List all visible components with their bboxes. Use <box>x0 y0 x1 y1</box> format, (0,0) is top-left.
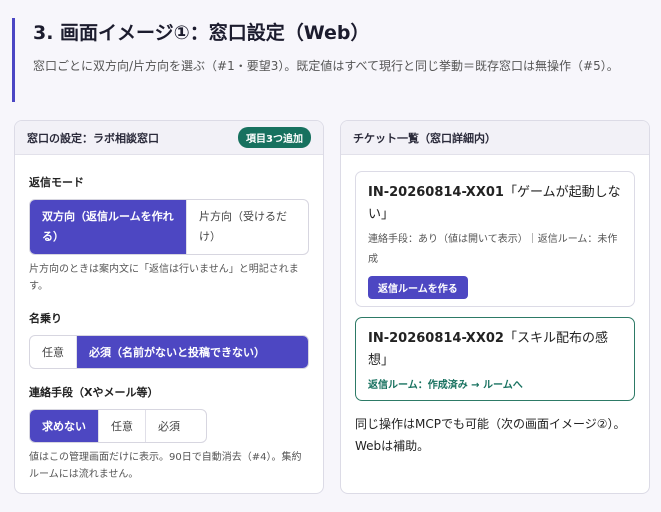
ticket-title: IN-20260814-XX01「ゲームが起動しない」 <box>368 182 622 226</box>
contact-requirement-selector: 求めない 任意 必須 <box>29 409 207 443</box>
contact-note: 値はこの管理画面だけに表示。90日で自動消去（#4）。集約ルームには流れません。 <box>29 452 302 480</box>
tickets-card-header: チケット一覧（窓口詳細内） <box>341 121 649 155</box>
settings-card: 窓口の設定：ラボ相談窓口 項目3つ追加 返信モード 双方向（返信ルームを作れる）… <box>14 120 324 494</box>
contact-option-required[interactable]: 必須 <box>146 410 192 442</box>
name-requirement-selector: 任意 必須（名前がないと投稿できない） <box>29 335 309 369</box>
page-subtitle: 窓口ごとに双方向/片方向を選ぶ（#1・要望3）。既定値はすべて現行と同じ挙動＝既… <box>33 59 619 73</box>
ticket-item[interactable]: IN-20260814-XX02「スキル配布の感想」 返信ルーム：作成済み → … <box>355 317 635 401</box>
name-option-required[interactable]: 必須（名前がないと投稿できない） <box>77 336 308 368</box>
contact-label: 連絡手段（Xやメール等） <box>29 386 159 399</box>
ticket-title: IN-20260814-XX02「スキル配布の感想」 <box>368 328 622 372</box>
contact-option-none[interactable]: 求めない <box>30 410 99 442</box>
name-label: 名乗り <box>29 312 62 325</box>
ticket-id: IN-20260814-XX01 <box>368 185 504 200</box>
reply-mode-option-bidirectional[interactable]: 双方向（返信ルームを作れる） <box>30 200 187 254</box>
contact-option-optional[interactable]: 任意 <box>99 410 146 442</box>
reply-room-link[interactable]: 返信ルーム：作成済み → ルームへ <box>368 376 622 391</box>
added-items-badge: 項目3つ追加 <box>238 127 311 148</box>
ticket-meta: 連絡手段：あり（値は開いて表示）｜返信ルーム：未作成 <box>368 234 618 265</box>
settings-card-header: 窓口の設定：ラボ相談窓口 項目3つ追加 <box>15 121 323 155</box>
ticket-id: IN-20260814-XX02 <box>368 331 504 346</box>
reply-mode-selector: 双方向（返信ルームを作れる） 片方向（受けるだけ） <box>29 199 309 255</box>
settings-card-title: 窓口の設定：ラボ相談窓口 <box>27 131 159 145</box>
section-header: 3. 画面イメージ①：窓口設定（Web） 窓口ごとに双方向/片方向を選ぶ（#1・… <box>12 18 642 102</box>
reply-mode-note: 片方向のときは案内文に「返信は行いません」と明記されます。 <box>29 264 299 292</box>
tickets-card: チケット一覧（窓口詳細内） IN-20260814-XX01「ゲームが起動しない… <box>340 120 650 494</box>
page-title: 3. 画面イメージ①：窓口設定（Web） <box>33 22 370 44</box>
name-option-optional[interactable]: 任意 <box>30 336 77 368</box>
reply-mode-label: 返信モード <box>29 176 84 189</box>
tickets-card-title: チケット一覧（窓口詳細内） <box>353 131 496 145</box>
reply-mode-option-unidirectional[interactable]: 片方向（受けるだけ） <box>187 200 308 254</box>
mcp-note: 同じ操作はMCPでも可能（次の画面イメージ②）。Webは補助。 <box>355 417 626 453</box>
create-reply-room-button[interactable]: 返信ルームを作る <box>368 276 468 299</box>
ticket-item[interactable]: IN-20260814-XX01「ゲームが起動しない」 連絡手段：あり（値は開い… <box>355 171 635 307</box>
settings-card-body: 返信モード 双方向（返信ルームを作れる） 片方向（受けるだけ） 片方向のときは案… <box>15 155 323 493</box>
